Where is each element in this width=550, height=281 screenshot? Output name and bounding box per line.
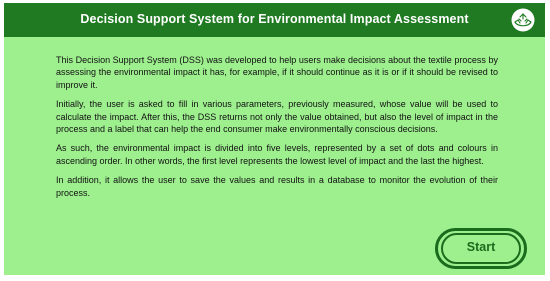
header-bar: Decision Support System for Environmenta…: [4, 3, 545, 37]
hands-recycle-icon: [511, 8, 535, 32]
paragraph-database: In addition, it allows the user to save …: [56, 175, 498, 198]
start-button[interactable]: Start: [435, 228, 527, 269]
page-title: Decision Support System for Environmenta…: [80, 12, 469, 26]
paragraph-levels: As such, the environmental impact is div…: [56, 143, 498, 166]
description-text: This Decision Support System (DSS) was d…: [56, 54, 498, 206]
paragraph-process: Initially, the user is asked to fill in …: [56, 99, 498, 135]
dss-window: Decision Support System for Environmenta…: [4, 3, 545, 275]
paragraph-intro: This Decision Support System (DSS) was d…: [56, 55, 498, 90]
start-button-label: Start: [466, 240, 496, 254]
